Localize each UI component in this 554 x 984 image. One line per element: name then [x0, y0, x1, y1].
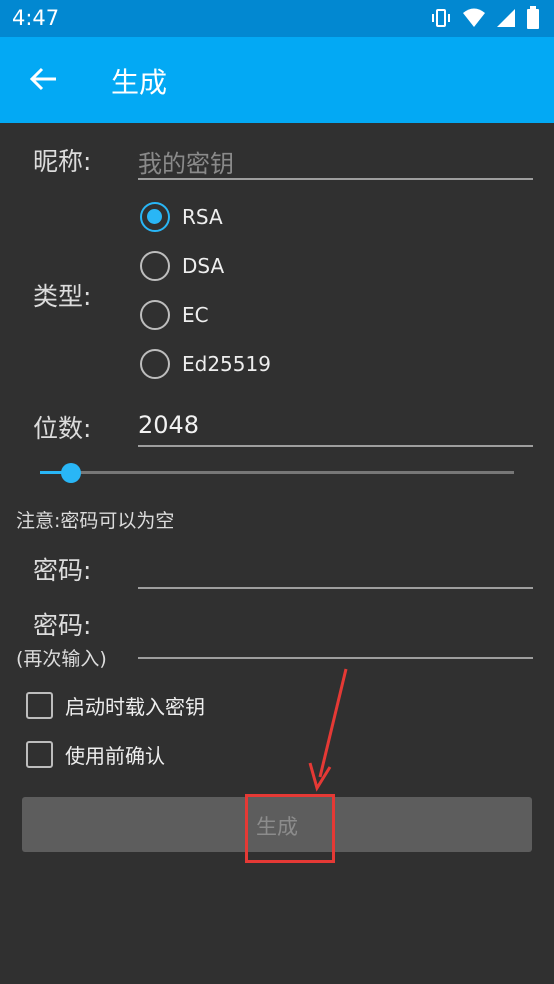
radio-label: RSA [182, 205, 223, 229]
password-note: 注意:密码可以为空 [16, 510, 175, 532]
signal-icon [497, 9, 515, 27]
slider-track [40, 471, 514, 474]
confirm-before-use-checkbox[interactable]: 使用前确认 [26, 740, 165, 769]
password-confirm-sublabel: (再次输入) [16, 648, 107, 670]
arrow-back-icon [29, 67, 56, 91]
radio-label: Ed25519 [182, 352, 271, 376]
status-icons [430, 6, 540, 30]
app-bar: 生成 [0, 37, 554, 123]
checkbox-label: 使用前确认 [65, 744, 165, 768]
radio-circle [140, 300, 170, 330]
status-time: 4:47 [12, 6, 60, 30]
radio-circle [140, 349, 170, 379]
radio-label: EC [182, 303, 209, 327]
radio-ec[interactable]: EC [140, 300, 209, 330]
bits-slider[interactable] [40, 462, 514, 484]
radio-label: DSA [182, 254, 225, 278]
radio-rsa[interactable]: RSA [140, 202, 223, 232]
password-label: 密码: [33, 556, 92, 585]
nickname-input[interactable]: 我的密钥 [138, 136, 533, 180]
annotation-arrow-icon [308, 668, 348, 792]
checkbox-box [26, 741, 53, 768]
password-confirm-label: 密码: [33, 611, 92, 640]
bits-label: 位数: [33, 414, 92, 443]
back-button[interactable] [26, 61, 62, 97]
password-input[interactable] [138, 545, 533, 589]
page-title: 生成 [111, 66, 168, 99]
nickname-label: 昵称: [33, 147, 92, 176]
bits-input[interactable]: 2048 [138, 403, 533, 447]
status-bar: 4:47 [0, 0, 554, 37]
password-confirm-input[interactable] [138, 615, 533, 659]
checkbox-box [26, 692, 53, 719]
vibrate-icon [432, 9, 450, 27]
checkbox-label: 启动时载入密钥 [65, 695, 205, 719]
radio-ed25519[interactable]: Ed25519 [140, 349, 271, 379]
annotation-highlight-box [245, 794, 335, 863]
load-on-start-checkbox[interactable]: 启动时载入密钥 [26, 691, 205, 720]
radio-circle [140, 251, 170, 281]
battery-icon [527, 6, 539, 29]
wifi-icon [463, 8, 485, 27]
radio-dsa[interactable]: DSA [140, 251, 224, 281]
slider-thumb[interactable] [61, 463, 81, 483]
type-label: 类型: [33, 282, 92, 311]
radio-circle [140, 202, 170, 232]
